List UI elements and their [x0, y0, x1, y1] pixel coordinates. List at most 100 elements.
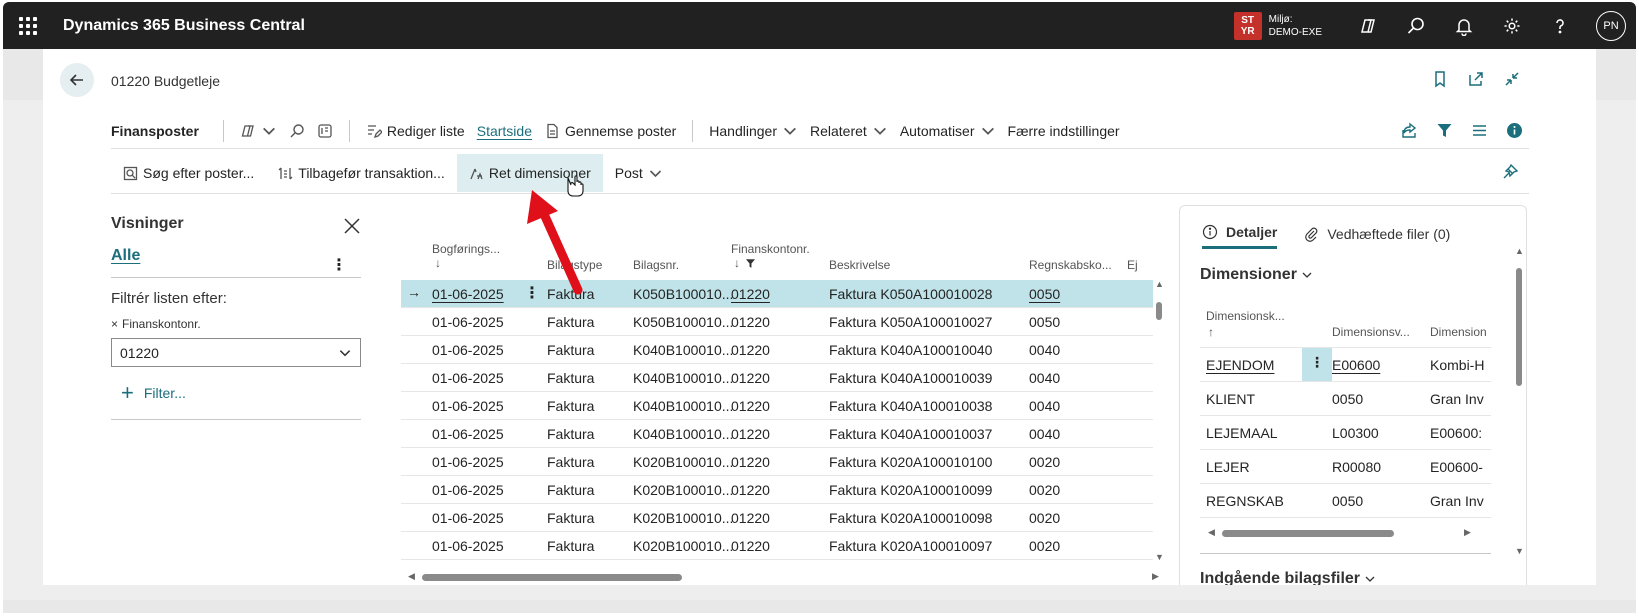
add-filter-button[interactable]: + Filter... — [111, 382, 361, 404]
table-row[interactable]: 01-06-2025 Faktura K040B100010... 01220 Fakt… — [401, 420, 1153, 448]
view-more-button[interactable]: ⋮ — [331, 255, 347, 275]
scroll-right-icon[interactable]: ▶ — [1464, 527, 1471, 538]
table-row[interactable]: 01-06-2025 Faktura K020B100010... 01220 Fakt… — [401, 504, 1153, 532]
notifications-button[interactable] — [1440, 2, 1488, 49]
app-title[interactable]: Dynamics 365 Business Central — [63, 17, 305, 35]
dimensions-horizontal-scrollbar[interactable]: ◀ ▶ — [1200, 527, 1491, 539]
table-row[interactable]: 01-06-2025 Faktura K020B100010... 01220 Fakt… — [401, 532, 1153, 560]
back-button[interactable] — [60, 63, 94, 97]
column-header-document-no[interactable]: Bilagsnr. — [633, 258, 679, 272]
environment-info[interactable]: Miljø: DEMO-EXE — [1269, 13, 1322, 39]
pin-action-bar-button[interactable] — [1502, 163, 1529, 183]
account-filter-select[interactable]: 01220 — [111, 338, 361, 367]
dimension-row[interactable]: ⋮ EJENDOM E00600 Kombi-H — [1200, 348, 1491, 382]
grid-vertical-scrollbar[interactable]: ▲ ▼ — [1154, 279, 1164, 564]
cell-dimension-value[interactable]: E00600 — [1332, 357, 1380, 373]
scrollbar-thumb[interactable] — [1516, 268, 1522, 386]
find-entries-button[interactable]: Søg efter poster... — [111, 154, 266, 192]
dimensions-section-header[interactable]: Dimensioner — [1200, 266, 1313, 284]
factbox-tabs: Detaljer Vedhæftede filer (0) — [1180, 206, 1526, 252]
view-all-link[interactable]: Alle — [111, 247, 140, 265]
table-row[interactable]: 01-06-2025 Faktura K040B100010... 01220 Fakt… — [401, 336, 1153, 364]
column-header-accounting[interactable]: Regnskabsko... — [1029, 258, 1112, 272]
column-header-more[interactable]: Ej — [1127, 258, 1138, 272]
help-button[interactable] — [1536, 2, 1584, 49]
reverse-transaction-button[interactable]: Tilbagefør transaktion... — [266, 154, 457, 192]
row-actions-menu-button[interactable]: ⋮ — [1302, 348, 1332, 381]
table-row[interactable]: 01-06-2025 Faktura K040B100010... 01220 Fakt… — [401, 364, 1153, 392]
factbox-vertical-scrollbar[interactable]: ▲ ▼ — [1514, 246, 1524, 556]
dimension-row[interactable]: KLIENT 0050 Gran Inv — [1200, 382, 1491, 416]
column-header-dimension-value[interactable]: Dimensionsv... — [1332, 325, 1410, 339]
related-menu[interactable]: Relateret — [804, 116, 894, 146]
scroll-right-icon[interactable]: ▶ — [1152, 571, 1159, 582]
dimension-row[interactable]: LEJEMAAL L00300 E00600: — [1200, 416, 1491, 450]
grid-body: → ⋮ 01-06-2025 Faktura K050B100010... 01220 Fa… — [401, 280, 1153, 560]
column-header-gl-account[interactable]: Finanskontonr. — [731, 242, 810, 256]
scrollbar-thumb[interactable] — [1156, 302, 1162, 320]
column-header-posting-date[interactable]: Bogførings... — [432, 242, 500, 256]
cell-description: Faktura K040A100010039 — [829, 370, 993, 386]
settings-button[interactable] — [1488, 2, 1536, 49]
scroll-left-icon[interactable]: ◀ — [408, 571, 415, 582]
analysis-mode-button[interactable] — [311, 116, 339, 146]
tab-home[interactable]: Startside — [471, 116, 538, 146]
scroll-up-icon[interactable]: ▲ — [1155, 279, 1164, 289]
user-avatar[interactable]: PN — [1596, 10, 1626, 41]
tab-details[interactable]: Detaljer — [1202, 219, 1278, 249]
edit-list-button[interactable]: Rediger liste — [360, 116, 471, 146]
app-launcher-button[interactable] — [3, 16, 53, 35]
environment-badge[interactable]: ST YR — [1233, 11, 1262, 40]
tab-attachments[interactable]: Vedhæftede filer (0) — [1303, 219, 1450, 249]
scroll-up-icon[interactable]: ▲ — [1515, 246, 1524, 256]
search-list-button[interactable] — [283, 116, 311, 146]
close-icon[interactable] — [343, 217, 361, 235]
table-row[interactable]: 01-06-2025 Faktura K040B100010... 01220 Fakt… — [401, 392, 1153, 420]
remove-filter-icon[interactable]: × — [111, 317, 118, 331]
column-header-description[interactable]: Beskrivelse — [829, 258, 890, 272]
browse-entries-button[interactable]: Gennemse poster — [538, 116, 682, 146]
bookmark-icon[interactable] — [1431, 70, 1449, 88]
cell-gl-account: 01220 — [731, 454, 770, 470]
edit-dimensions-button[interactable]: Ret dimensioner — [456, 154, 603, 192]
automate-menu[interactable]: Automatiser — [894, 116, 1002, 146]
table-row[interactable]: 01-06-2025 Faktura K020B100010... 01220 Fakt… — [401, 448, 1153, 476]
table-row[interactable]: 01-06-2025 Faktura K050B100010... 01220 Fakt… — [401, 308, 1153, 336]
scroll-down-icon[interactable]: ▼ — [1155, 552, 1164, 562]
dimension-row[interactable]: LEJER R00080 E00600- — [1200, 450, 1491, 484]
scrollbar-thumb[interactable] — [1222, 530, 1394, 537]
column-header-document-type[interactable]: Bilagstype — [547, 258, 602, 272]
info-icon — [1202, 224, 1218, 239]
current-row-arrow-icon: → — [407, 284, 421, 300]
info-icon[interactable] — [1506, 122, 1523, 139]
filter-icon[interactable] — [1436, 122, 1453, 139]
scroll-down-icon[interactable]: ▼ — [1515, 546, 1524, 556]
dimension-row[interactable]: REGNSKAB 0050 Gran Inv — [1200, 484, 1491, 518]
cell-posting-date[interactable]: 01-06-2025 — [432, 286, 504, 302]
scroll-left-icon[interactable]: ◀ — [1208, 527, 1215, 538]
incoming-documents-section-header[interactable]: Indgående bilagsfiler — [1200, 570, 1376, 585]
grid-horizontal-scrollbar[interactable]: ◀ ▶ — [408, 571, 1160, 582]
fewer-options-button[interactable]: Færre indstillinger — [1002, 116, 1126, 146]
copilot-button[interactable] — [1344, 2, 1392, 49]
table-row[interactable]: → ⋮ 01-06-2025 Faktura K050B100010... 01220 Fa… — [401, 280, 1153, 308]
column-header-dimension-name[interactable]: Dimension — [1430, 325, 1487, 339]
column-header-dimension-code[interactable]: Dimensionsk... — [1206, 309, 1285, 323]
cell-dimension-code[interactable]: EJENDOM — [1206, 357, 1274, 373]
help-icon — [1556, 18, 1564, 33]
actions-menu[interactable]: Handlinger — [703, 116, 804, 146]
open-new-window-icon[interactable] — [1467, 70, 1485, 88]
share-icon[interactable] — [1401, 122, 1418, 139]
cell-accounting: 0040 — [1029, 370, 1061, 386]
post-menu[interactable]: Post — [603, 154, 675, 192]
list-view-icon[interactable] — [1471, 122, 1488, 139]
cell-gl-account[interactable]: 01220 — [731, 286, 770, 302]
table-row[interactable]: 01-06-2025 Faktura K020B100010... 01220 Fakt… — [401, 476, 1153, 504]
fewer-options-label: Færre indstillinger — [1007, 122, 1120, 139]
scrollbar-thumb[interactable] — [422, 574, 682, 581]
collapse-icon[interactable] — [1503, 70, 1521, 88]
row-actions-menu-button[interactable]: ⋮ — [524, 283, 540, 303]
copilot-menu-button[interactable] — [234, 116, 283, 146]
cell-accounting[interactable]: 0050 — [1029, 286, 1060, 302]
search-button[interactable] — [1392, 2, 1440, 49]
